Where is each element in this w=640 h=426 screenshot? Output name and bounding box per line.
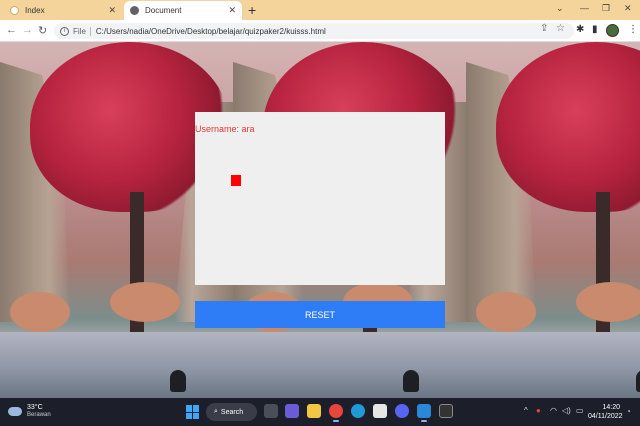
task-view-icon[interactable] (264, 404, 278, 418)
store-icon[interactable] (373, 404, 387, 418)
clock[interactable]: 14:20 04/11/2022 (588, 403, 623, 421)
close-window-icon[interactable]: ✕ (624, 3, 632, 14)
game-area: Username: ara (195, 112, 445, 285)
cloud-icon (8, 407, 22, 416)
restore-icon[interactable]: ❐ (602, 3, 610, 14)
back-icon[interactable]: ← (6, 24, 17, 36)
discord-icon[interactable] (395, 404, 409, 418)
notification-icon[interactable]: ◔ (626, 407, 631, 416)
page-icon (10, 6, 19, 15)
vscode-icon[interactable] (417, 404, 431, 422)
wifi-icon[interactable]: ◠ (550, 406, 557, 415)
share-icon[interactable]: ⇪ (540, 23, 548, 34)
volume-icon[interactable]: ◁) (562, 406, 571, 415)
chevron-up-icon[interactable]: ^ (524, 406, 528, 415)
tab-title: Index (25, 6, 45, 15)
tab-document[interactable]: Document ✕ (124, 1, 242, 20)
weather-widget[interactable]: 33°C Berawan (8, 404, 51, 419)
background-image (466, 42, 640, 398)
file-explorer-icon[interactable] (307, 404, 321, 418)
side-panel-icon[interactable]: ▮ (592, 24, 598, 35)
tab-bar: Index ✕ Document ✕ + ⌄ — ❐ ✕ (0, 0, 640, 20)
minimize-icon[interactable]: — (580, 3, 589, 13)
url-input[interactable]: i File C:/Users/nadia/OneDrive/Desktop/b… (54, 23, 574, 39)
weather-temp: 33°C (27, 404, 43, 411)
search-icon: ⌕ (214, 408, 218, 415)
chrome-icon[interactable] (329, 404, 343, 422)
terminal-icon[interactable] (439, 404, 453, 418)
close-icon[interactable]: ✕ (108, 5, 116, 16)
taskbar: 33°C Berawan ⌕ Search ^ ● ◠ ◁) ▭ 14:20 0… (0, 398, 640, 426)
address-bar: ← → ↻ i File C:/Users/nadia/OneDrive/Des… (0, 20, 640, 42)
target-square[interactable] (231, 175, 241, 186)
tab-search-icon[interactable]: ⌄ (556, 3, 564, 14)
url-scheme: File (73, 26, 86, 36)
tab-index[interactable]: Index ✕ (4, 1, 122, 20)
profile-avatar[interactable] (606, 24, 619, 37)
menu-icon[interactable]: ⋮ (628, 24, 638, 35)
forward-icon[interactable]: → (22, 24, 33, 36)
bookmark-star-icon[interactable]: ☆ (556, 23, 565, 34)
page-viewport: Username: ara RESET (0, 42, 640, 398)
weather-condition: Berawan (27, 412, 51, 418)
globe-icon (130, 6, 139, 15)
edge-icon[interactable] (351, 404, 365, 418)
battery-icon[interactable]: ▭ (576, 406, 584, 415)
tab-title: Document (145, 6, 182, 15)
reload-icon[interactable]: ↻ (38, 24, 47, 37)
extensions-icon[interactable]: ✱ (576, 24, 584, 35)
info-icon[interactable]: i (60, 26, 69, 36)
time-text: 14:20 (602, 404, 620, 411)
taskbar-search[interactable]: ⌕ Search (206, 403, 257, 421)
username-label: Username: ara (195, 124, 255, 134)
url-text: C:/Users/nadia/OneDrive/Desktop/belajar/… (95, 26, 326, 36)
antivirus-icon[interactable]: ● (536, 406, 541, 415)
new-tab-button[interactable]: + (248, 2, 256, 18)
divider (89, 26, 91, 36)
start-icon[interactable] (186, 405, 200, 419)
reset-button[interactable]: RESET (195, 301, 445, 328)
date-text: 04/11/2022 (588, 413, 623, 420)
close-icon[interactable]: ✕ (228, 5, 236, 16)
search-label: Search (220, 408, 244, 416)
chat-icon[interactable] (285, 404, 299, 418)
